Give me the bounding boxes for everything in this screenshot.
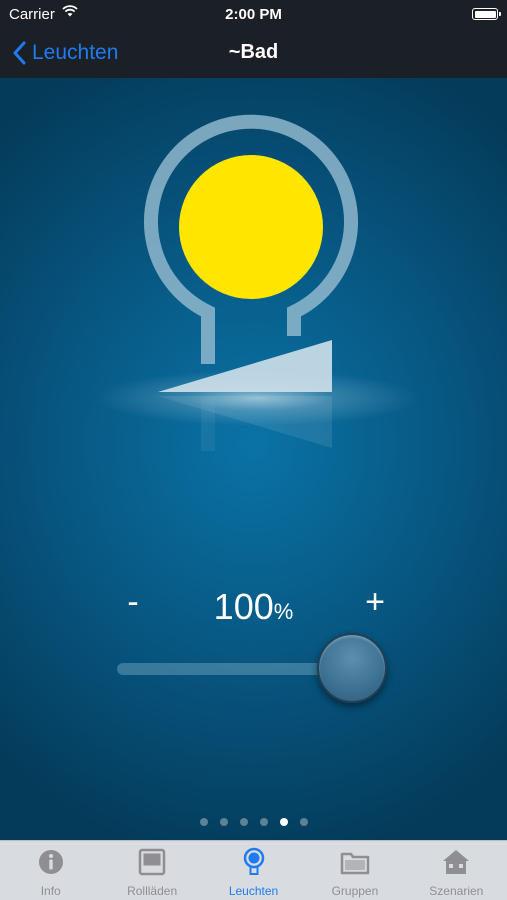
- tab-rolllaeden[interactable]: Rollläden: [101, 841, 202, 900]
- tab-bar: Info Rollläden Leuchten Gruppen Szenarie…: [0, 840, 507, 900]
- tab-label: Info: [40, 884, 61, 898]
- house-icon: [443, 850, 470, 874]
- brightness-slider-thumb[interactable]: [317, 633, 387, 703]
- tab-label: Leuchten: [228, 884, 279, 898]
- bulb-icon: [243, 847, 264, 875]
- tab-leuchten[interactable]: Leuchten: [203, 841, 304, 900]
- page-title: ~Bad: [228, 41, 279, 63]
- tab-label: Szenarien: [429, 884, 484, 898]
- dimmer-wedge-icon: [158, 340, 332, 392]
- shutter-icon: [138, 848, 166, 876]
- tab-label: Gruppen: [331, 884, 379, 898]
- page-dot[interactable]: [299, 818, 308, 826]
- tab-szenarien[interactable]: Szenarien: [406, 841, 507, 900]
- tab-label: Rollläden: [127, 884, 178, 898]
- page-dot[interactable]: [279, 818, 288, 826]
- clock: 2:00 PM: [225, 6, 282, 23]
- page-dot[interactable]: [239, 818, 248, 826]
- page-dot[interactable]: [219, 818, 228, 826]
- navigation-bar: Leuchten ~Bad: [0, 28, 507, 78]
- brightness-readout: 100%: [0, 586, 507, 628]
- page-dot[interactable]: [199, 818, 208, 826]
- brightness-controls: - 100% +: [0, 583, 507, 633]
- status-bar: Carrier 2:00 PM: [0, 0, 507, 28]
- page-indicator: [0, 818, 507, 826]
- brightness-unit: %: [273, 599, 294, 624]
- folder-icon: [340, 852, 370, 875]
- lamp-bulb: [179, 155, 323, 299]
- lamp-icon[interactable]: [0, 78, 507, 478]
- info-icon: [38, 850, 63, 874]
- increase-brightness-button[interactable]: +: [360, 583, 390, 622]
- tab-info[interactable]: Info: [0, 841, 101, 900]
- battery-icon: [472, 8, 501, 20]
- page-dot[interactable]: [259, 818, 268, 826]
- brightness-value: 100: [213, 586, 274, 627]
- light-control-panel: - 100% +: [0, 78, 507, 840]
- tab-gruppen[interactable]: Gruppen: [304, 841, 405, 900]
